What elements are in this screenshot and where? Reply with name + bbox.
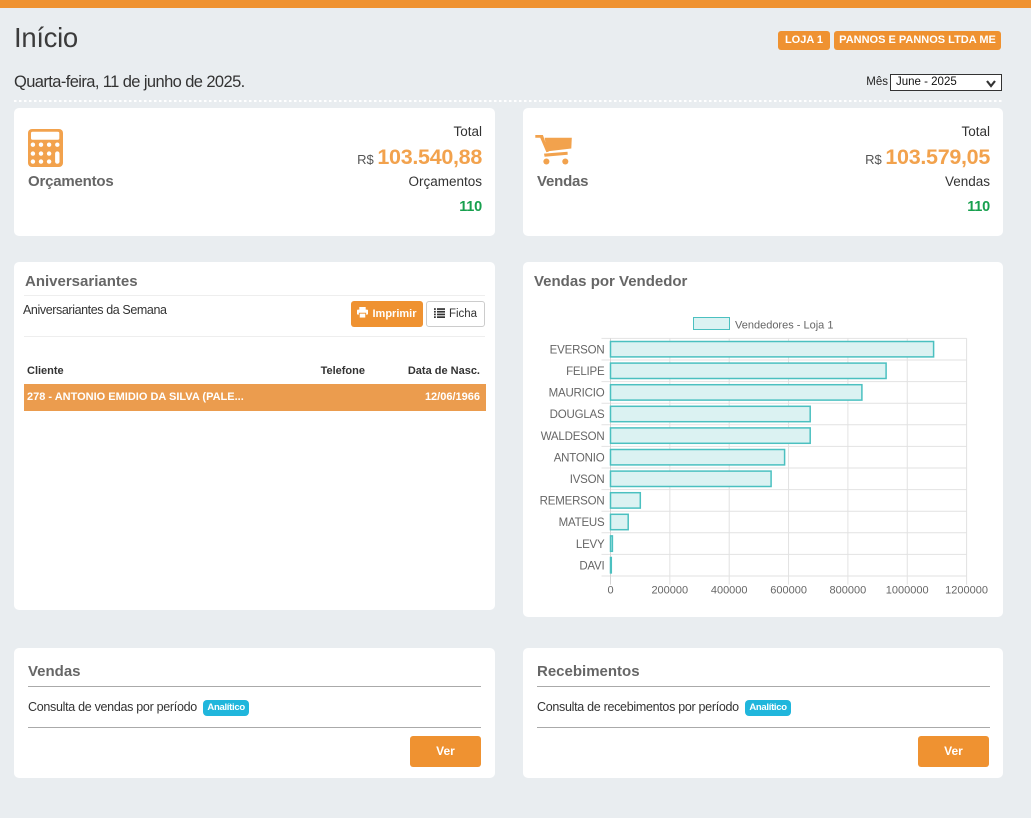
svg-text:LEVY: LEVY	[576, 539, 605, 551]
svg-text:REMERSON: REMERSON	[540, 496, 605, 508]
svg-text:600000: 600000	[770, 585, 807, 597]
svg-text:DAVI: DAVI	[579, 560, 604, 572]
svg-text:800000: 800000	[830, 585, 867, 597]
svg-text:200000: 200000	[651, 585, 688, 597]
svg-text:DOUGLAS: DOUGLAS	[550, 409, 605, 421]
svg-text:Vendedores - Loja 1: Vendedores - Loja 1	[735, 320, 833, 332]
svg-text:1000000: 1000000	[886, 585, 929, 597]
svg-text:IVSON: IVSON	[570, 474, 605, 486]
svg-text:WALDESON: WALDESON	[541, 431, 605, 443]
svg-text:MATEUS: MATEUS	[559, 517, 605, 529]
svg-text:FELIPE: FELIPE	[566, 366, 605, 378]
svg-text:EVERSON: EVERSON	[550, 344, 605, 356]
svg-text:1200000: 1200000	[945, 585, 988, 597]
svg-text:MAURICIO: MAURICIO	[549, 388, 605, 400]
svg-text:ANTONIO: ANTONIO	[554, 452, 605, 464]
svg-text:400000: 400000	[711, 585, 748, 597]
svg-text:0: 0	[607, 585, 613, 597]
